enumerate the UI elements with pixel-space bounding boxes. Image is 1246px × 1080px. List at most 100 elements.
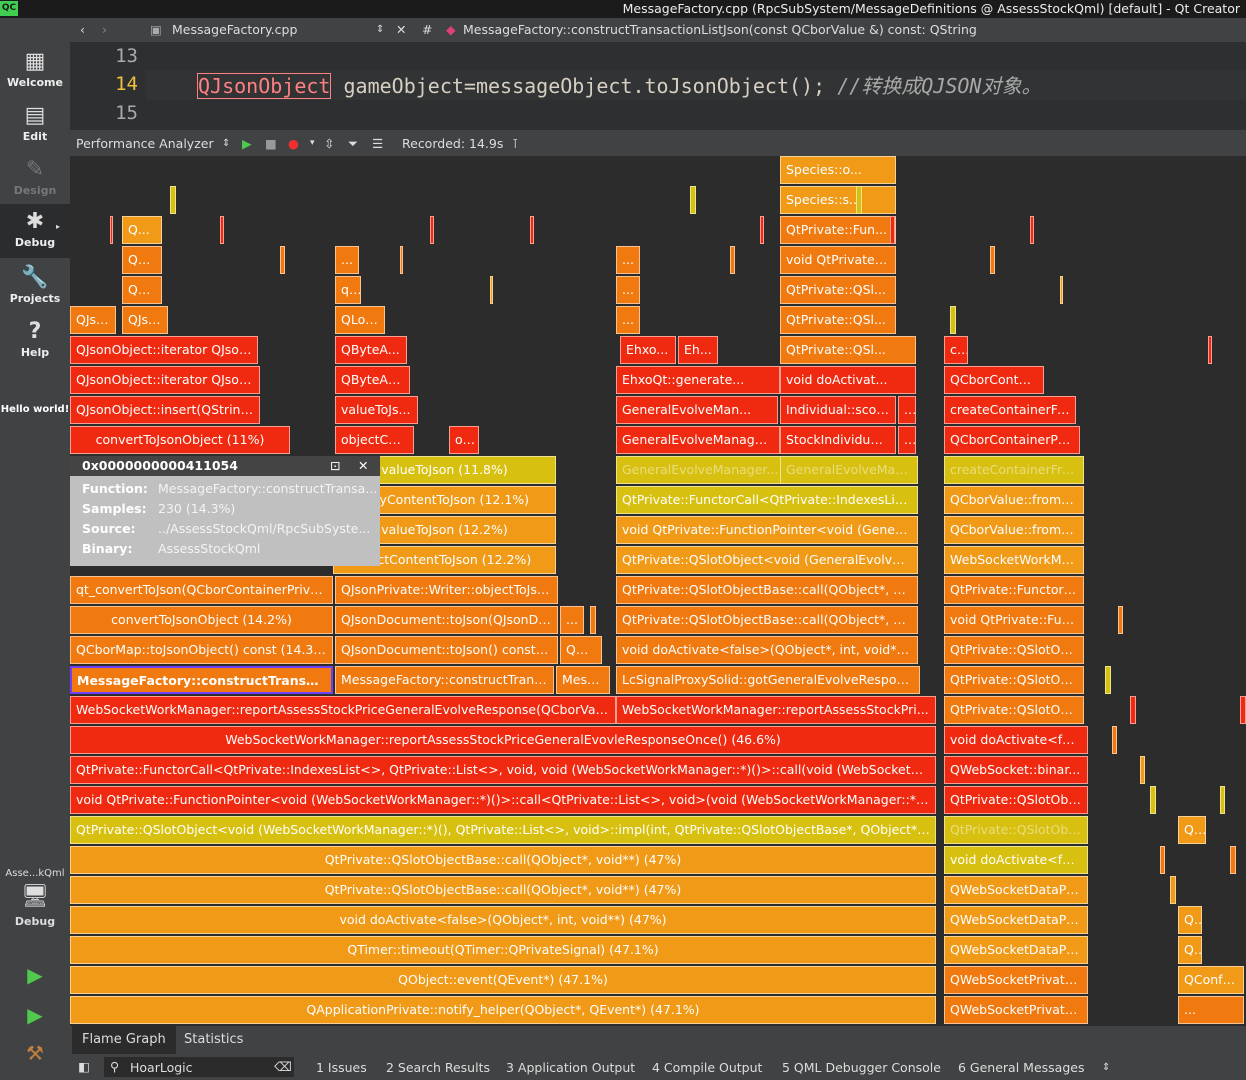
flame-frame[interactable]: QConfFil... bbox=[1178, 936, 1202, 964]
flame-frame-narrow[interactable] bbox=[690, 186, 696, 214]
build-button[interactable]: ⚒ bbox=[22, 1040, 48, 1066]
flame-frame[interactable]: QByteA... bbox=[335, 336, 407, 364]
flame-frame[interactable]: void doActivat... bbox=[780, 366, 916, 394]
flame-frame-narrow[interactable] bbox=[730, 246, 735, 274]
mode-debug[interactable]: ✱ Debug ▸ bbox=[0, 204, 70, 258]
flame-frame-narrow[interactable] bbox=[1170, 876, 1176, 904]
flame-frame[interactable]: ... bbox=[335, 246, 359, 274]
close-icon[interactable]: ✕ bbox=[358, 458, 368, 473]
record-icon[interactable]: ● bbox=[288, 136, 299, 151]
flame-frame[interactable]: Ehxo... bbox=[620, 336, 676, 364]
flame-frame-narrow[interactable] bbox=[1030, 216, 1034, 244]
flame-frame[interactable]: QSt... bbox=[560, 636, 602, 664]
pane-general-messages[interactable]: 6 General Messages bbox=[958, 1060, 1084, 1075]
mode-help[interactable]: ? Help bbox=[0, 318, 70, 370]
flame-frame-narrow[interactable] bbox=[1140, 756, 1145, 784]
flame-frame[interactable]: QWebSocket::binar... bbox=[944, 756, 1088, 784]
flame-frame-narrow[interactable] bbox=[1220, 786, 1225, 814]
flame-frame[interactable]: qt_convertToJson(QCborContainerPrivat... bbox=[70, 576, 333, 604]
flame-frame-narrow[interactable] bbox=[280, 246, 285, 274]
flame-frame[interactable]: QtPrivate::QSlotObjectBase::call(QObject… bbox=[616, 606, 918, 634]
flame-frame[interactable]: QC... bbox=[122, 246, 162, 274]
flame-frame-narrow[interactable] bbox=[856, 186, 862, 214]
pane-application-output[interactable]: 3 Application Output bbox=[506, 1060, 635, 1075]
flame-frame[interactable]: createContai... bbox=[944, 336, 968, 364]
flame-frame[interactable]: LcSignalProxySolid::gotGeneralEvolveResp… bbox=[616, 666, 920, 694]
flame-frame[interactable]: ... bbox=[1178, 996, 1244, 1024]
flame-frame[interactable]: void QtPrivate::FunctionPointer<void (Ge… bbox=[616, 516, 918, 544]
type-filter-icon[interactable]: ⊺ bbox=[512, 136, 519, 151]
flame-frame[interactable]: QtPrivate::FunctorCall<QtPrivate::Indexe… bbox=[70, 756, 936, 784]
run-button[interactable]: ▶ bbox=[22, 962, 48, 988]
flame-frame-narrow[interactable] bbox=[1118, 606, 1123, 634]
open-file-name[interactable]: MessageFactory.cpp bbox=[172, 22, 297, 37]
mode-design[interactable]: ✎ Design bbox=[0, 156, 70, 208]
pane-search-results[interactable]: 2 Search Results bbox=[386, 1060, 490, 1075]
flame-frame-narrow[interactable] bbox=[1230, 846, 1236, 874]
sidebar-toggle-icon[interactable]: ◧ bbox=[78, 1059, 90, 1074]
mode-projects[interactable]: 🔧 Projects bbox=[0, 264, 70, 316]
flame-frame-narrow[interactable] bbox=[220, 216, 224, 244]
file-list-arrows-icon[interactable]: ⇕ bbox=[376, 24, 384, 35]
flame-frame[interactable]: QtPrivate::QSlotObjectBase::call(QObject… bbox=[70, 846, 936, 874]
flame-frame[interactable]: ... bbox=[616, 246, 640, 274]
flame-frame[interactable]: createContainerFro... bbox=[944, 456, 1084, 484]
flame-frame[interactable]: WebSocketWorkManager::reportAssessStockP… bbox=[70, 726, 936, 754]
flame-frame-narrow[interactable] bbox=[1105, 666, 1111, 694]
flame-frame[interactable]: Eh... bbox=[678, 336, 718, 364]
flame-frame[interactable]: QtPrivate::QSl... bbox=[780, 336, 916, 364]
flame-frame[interactable]: QWebSocketPrivate::... bbox=[944, 966, 1088, 994]
flame-frame[interactable]: QJsonPrivate::Writer::objectToJso... bbox=[335, 576, 558, 604]
flame-frame[interactable]: QtPrivate::QSl... bbox=[780, 276, 896, 304]
flame-frame[interactable]: void doActivate<false>(QObject*, int, vo… bbox=[616, 636, 918, 664]
flame-frame[interactable]: QtPrivate::QSlotObj... bbox=[944, 696, 1084, 724]
flame-frame[interactable]: QJsonObject::insert(QStringV... bbox=[70, 396, 260, 424]
flame-frame[interactable]: QTimer::timeout(QTimer::QPrivateSignal) … bbox=[70, 936, 936, 964]
flame-frame[interactable]: void QtPrivate::FunctionPointer<void (We… bbox=[70, 786, 936, 814]
debug-run-button[interactable]: ▶ bbox=[22, 1002, 48, 1028]
flame-frame[interactable]: QtPrivate::QSlotObj... bbox=[944, 816, 1088, 844]
flame-frame[interactable]: Q... bbox=[1178, 906, 1202, 934]
list-icon[interactable]: ☰ bbox=[372, 136, 383, 151]
flame-frame[interactable]: QJso... bbox=[122, 306, 168, 334]
flame-frame[interactable]: QConfFil... bbox=[1178, 966, 1244, 994]
flame-frame[interactable]: StockIndividual... bbox=[780, 426, 896, 454]
flame-frame[interactable]: objectContent... bbox=[335, 426, 414, 454]
flame-graph[interactable]: QApplicationPrivate::notify_helper(QObje… bbox=[70, 156, 1246, 1026]
flame-frame[interactable]: QWebSocketDataPro... bbox=[944, 936, 1088, 964]
start-icon[interactable]: ▶ bbox=[242, 136, 252, 151]
flame-frame[interactable]: void doActivate<fal... bbox=[944, 726, 1088, 754]
flame-frame[interactable]: createContainerFr... bbox=[944, 396, 1076, 424]
flame-frame[interactable]: QtPrivate::QSlotObj... bbox=[944, 666, 1084, 694]
tool-selector-arrows-icon[interactable]: ⇕ bbox=[222, 138, 230, 149]
pin-icon[interactable]: ⊡ bbox=[330, 458, 340, 473]
flame-frame-narrow[interactable] bbox=[950, 306, 956, 334]
flame-frame[interactable]: ... bbox=[560, 606, 584, 634]
flame-frame[interactable]: ... bbox=[616, 276, 640, 304]
flame-frame[interactable]: void QtPrivate:... bbox=[780, 246, 896, 274]
flame-frame[interactable]: WebSocketWorkManager::reportAssessStockP… bbox=[616, 696, 936, 724]
stop-icon[interactable]: ■ bbox=[265, 136, 277, 151]
flame-frame-narrow[interactable] bbox=[1150, 786, 1156, 814]
flame-frame[interactable]: QtPrivate::FunctorC... bbox=[944, 576, 1084, 604]
flame-frame[interactable]: QWebSocketDataPro... bbox=[944, 876, 1088, 904]
flame-frame-narrow[interactable] bbox=[1160, 846, 1165, 874]
flame-frame[interactable]: QtPrivate::QSlotObject<void (GeneralEvol… bbox=[616, 546, 918, 574]
flame-frame[interactable]: ... bbox=[616, 306, 640, 334]
flame-frame-narrow[interactable] bbox=[430, 216, 434, 244]
flame-frame[interactable]: void QtPrivate::Fun... bbox=[944, 606, 1084, 634]
flame-frame[interactable]: QtPrivate::QSlotObj... bbox=[944, 786, 1088, 814]
flame-frame-narrow[interactable] bbox=[1112, 726, 1117, 754]
flame-frame[interactable]: QC... bbox=[122, 276, 162, 304]
flame-frame[interactable]: QtPrivate::FunctorCall<QtPrivate::Indexe… bbox=[616, 486, 918, 514]
current-symbol[interactable]: MessageFactory::constructTransactionList… bbox=[463, 22, 977, 37]
forward-icon[interactable]: › bbox=[102, 22, 107, 37]
flame-frame-narrow[interactable] bbox=[590, 606, 596, 634]
flame-frame-narrow[interactable] bbox=[110, 216, 113, 244]
flame-frame[interactable]: o... bbox=[449, 426, 479, 454]
flame-frame[interactable]: EhxoQt::generate... bbox=[616, 366, 780, 394]
flame-frame[interactable]: WebSocketWorkMa... bbox=[944, 546, 1084, 574]
flame-frame[interactable]: void doActivate<false>(QObject*, int, vo… bbox=[70, 906, 936, 934]
flame-frame[interactable]: QCborContainerP... bbox=[944, 366, 1044, 394]
close-icon[interactable]: ✕ bbox=[396, 22, 406, 37]
